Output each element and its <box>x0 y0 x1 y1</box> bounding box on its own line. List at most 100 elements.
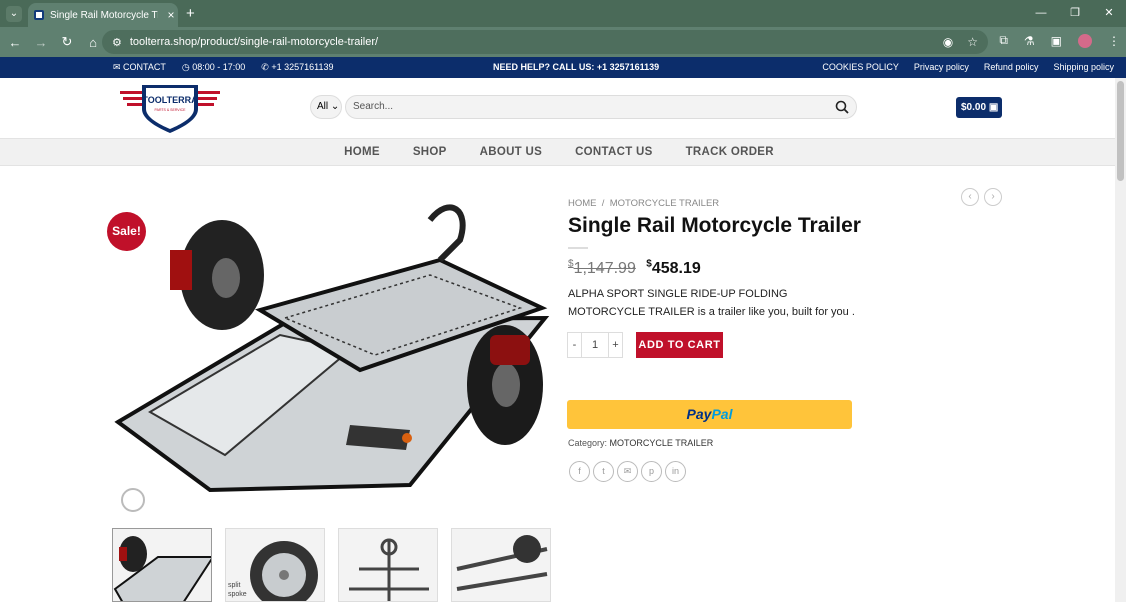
favicon-icon <box>34 10 44 20</box>
facebook-icon[interactable]: f <box>569 461 590 482</box>
nav-home[interactable]: HOME <box>344 146 380 158</box>
twitter-icon[interactable]: t <box>593 461 614 482</box>
contact-label: CONTACT <box>123 62 166 72</box>
thumbnail-3[interactable] <box>338 528 438 602</box>
category-select[interactable]: All ⌄ <box>310 95 342 119</box>
sale-price-amount: 458.19 <box>651 260 701 278</box>
address-bar[interactable]: ⚙ toolterra.shop/product/single-rail-mot… <box>102 30 988 54</box>
scrollbar-thumb[interactable] <box>1117 81 1124 181</box>
previous-product-icon[interactable]: ‹ <box>961 188 979 206</box>
back-icon[interactable]: ← <box>3 35 27 50</box>
zoom-icon[interactable] <box>121 488 145 512</box>
sale-badge: Sale! <box>107 212 146 251</box>
sale-price: $458.19 <box>646 259 701 278</box>
quantity-stepper: - 1 + <box>567 332 623 358</box>
thumbnail-4-image <box>456 535 548 591</box>
email-icon[interactable]: ✉ <box>617 461 638 482</box>
nav-shop[interactable]: SHOP <box>413 146 447 158</box>
browser-toolbar: ← → ↻ ⌂ ⚙ toolterra.shop/product/single-… <box>0 27 1126 57</box>
toolterra-logo[interactable]: TOOLTERRA PARTS & SERVICE <box>118 81 222 133</box>
old-price-amount: 1,147.99 <box>573 260 636 278</box>
breadcrumb-category[interactable]: MOTORCYCLE TRAILER <box>610 198 719 209</box>
help-line: NEED HELP? CALL US: +1 3257161139 <box>493 62 660 72</box>
breadcrumb-home[interactable]: HOME <box>568 198 597 209</box>
category-label: Category: <box>568 438 608 448</box>
thumbnail-1[interactable] <box>112 528 212 602</box>
lab-icon[interactable]: ⚗ <box>1024 34 1035 48</box>
product-pager: ‹ › <box>961 188 1002 206</box>
logo-subtext: PARTS & SERVICE <box>155 108 187 112</box>
price-block: $1,147.99 $458.19 <box>568 259 701 278</box>
category-link[interactable]: MOTORCYCLE TRAILER <box>610 438 714 448</box>
thumbnail-1-image <box>113 536 211 601</box>
page-scrollbar[interactable] <box>1115 78 1126 602</box>
contact-link[interactable]: ✉ CONTACT <box>113 62 166 73</box>
title-divider <box>568 247 588 249</box>
profile-avatar[interactable] <box>1078 33 1092 48</box>
quantity-decrease-button[interactable]: - <box>568 339 581 351</box>
linkedin-icon[interactable]: in <box>665 461 686 482</box>
old-price: $1,147.99 <box>568 259 636 278</box>
reload-icon[interactable]: ↻ <box>55 34 79 50</box>
site-info-icon[interactable]: ⚙ <box>112 36 122 49</box>
breadcrumb: HOME / MOTORCYCLE TRAILER <box>568 198 719 209</box>
refund-policy-link[interactable]: Refund policy <box>984 62 1039 72</box>
nav-track-order[interactable]: TRACK ORDER <box>686 146 774 158</box>
paypal-button[interactable]: PayPal <box>567 400 852 429</box>
pinterest-icon[interactable]: p <box>641 461 662 482</box>
sidebar-icon[interactable]: ▣ <box>1051 34 1062 48</box>
menu-icon[interactable]: ⋮ <box>1108 34 1120 48</box>
shopping-bag-icon: ▣ <box>988 102 999 113</box>
search-input[interactable]: Search... <box>345 95 857 119</box>
cookies-policy-link[interactable]: COOKIES POLICY <box>822 62 899 72</box>
close-window-icon[interactable]: ✕ <box>1092 0 1126 27</box>
privacy-policy-link[interactable]: Privacy policy <box>914 62 969 72</box>
category-select-value: All <box>317 101 329 112</box>
forward-icon[interactable]: → <box>29 35 53 50</box>
product-title: Single Rail Motorcycle Trailer <box>568 214 861 237</box>
eye-off-icon[interactable]: ◉ <box>943 35 953 49</box>
quantity-increase-button[interactable]: + <box>609 339 622 351</box>
new-tab-icon[interactable]: + <box>186 5 195 22</box>
logo-text: TOOLTERRA <box>142 95 198 105</box>
hours-label: 08:00 - 17:00 <box>192 62 246 72</box>
thumbnail-2[interactable]: split spoke <box>225 528 325 602</box>
phone-link[interactable]: ✆ +1 3257161139 <box>261 62 333 73</box>
minimize-icon[interactable]: — <box>1024 0 1058 27</box>
product-category: Category: MOTORCYCLE TRAILER <box>568 438 713 448</box>
url-text: toolterra.shop/product/single-rail-motor… <box>129 36 379 48</box>
thumbnail-4[interactable] <box>451 528 551 602</box>
cart-total: $0.00 <box>961 102 987 113</box>
share-buttons: f t ✉ p in <box>569 461 686 482</box>
product-image[interactable] <box>110 200 550 500</box>
search-icon[interactable] <box>835 100 849 114</box>
nav-about-us[interactable]: ABOUT US <box>480 146 542 158</box>
paypal-logo-pal: Pal <box>711 406 733 422</box>
shipping-policy-link[interactable]: Shipping policy <box>1053 62 1114 72</box>
nav-contact-us[interactable]: CONTACT US <box>575 146 653 158</box>
browser-tab[interactable]: Single Rail Motorcycle Trailer – × <box>28 3 178 27</box>
phone-label: +1 3257161139 <box>271 62 334 72</box>
site-topbar: ✉ CONTACT ◷ 08:00 - 17:00 ✆ +1 325716113… <box>0 57 1126 78</box>
window-controls: — ❐ ✕ <box>1024 0 1126 27</box>
bookmark-star-icon[interactable]: ☆ <box>967 35 978 49</box>
tab-search-icon[interactable]: ⌄ <box>6 6 22 22</box>
main-nav: HOME SHOP ABOUT US CONTACT US TRACK ORDE… <box>0 138 1126 166</box>
extensions-icon[interactable]: ⧉ <box>999 33 1008 48</box>
search-bar: All ⌄ Search... <box>310 95 858 119</box>
thumbnail-2-caption: split spoke <box>228 582 247 598</box>
add-to-cart-button[interactable]: ADD TO CART <box>636 332 723 358</box>
quantity-input[interactable]: 1 <box>581 333 609 357</box>
cart-button[interactable]: $0.00 ▣ <box>956 97 1002 118</box>
paypal-logo-pay: Pay <box>686 406 712 422</box>
tab-title: Single Rail Motorcycle Trailer – <box>50 9 158 21</box>
thumbnail-gallery: split spoke <box>112 528 551 602</box>
close-tab-icon[interactable]: × <box>164 8 178 22</box>
hours: ◷ 08:00 - 17:00 <box>181 62 246 72</box>
next-product-icon[interactable]: › <box>984 188 1002 206</box>
restore-icon[interactable]: ❐ <box>1058 0 1092 27</box>
site-header: TOOLTERRA PARTS & SERVICE All ⌄ Search..… <box>0 78 1126 138</box>
browser-tabstrip: ⌄ Single Rail Motorcycle Trailer – × + —… <box>0 0 1126 27</box>
breadcrumb-separator: / <box>599 198 608 209</box>
product-description: ALPHA SPORT SINGLE RIDE-UP FOLDING MOTOR… <box>568 288 855 318</box>
